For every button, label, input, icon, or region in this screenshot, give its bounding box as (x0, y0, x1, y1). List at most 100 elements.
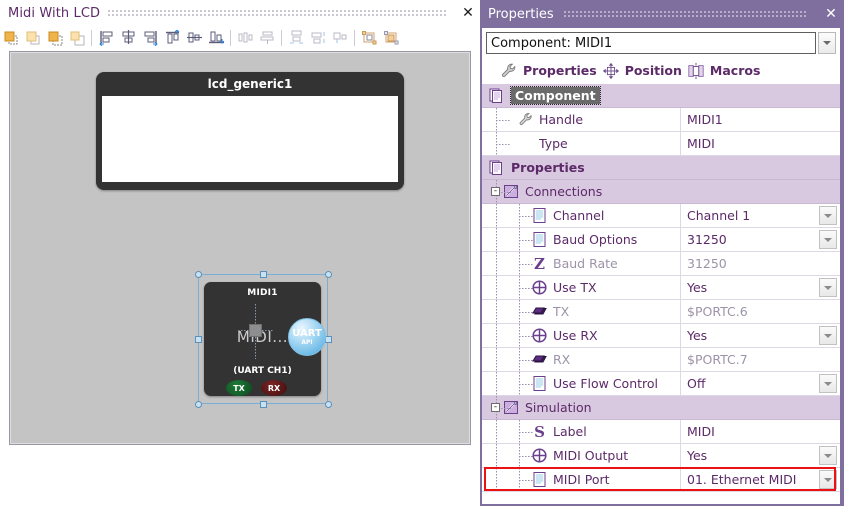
property-value-cell[interactable]: 31250 (680, 252, 840, 275)
left-panel-title: Midi With LCD (8, 5, 101, 21)
property-name-label: Type (539, 136, 568, 151)
property-row[interactable]: MIDI Output Yes (482, 444, 840, 468)
property-value-label: MIDI (687, 136, 715, 151)
size-to-grid-icon[interactable] (358, 27, 380, 48)
close-icon[interactable]: ✕ (456, 1, 480, 25)
selection-handle-bottom-right[interactable] (325, 401, 332, 408)
bring-forward-icon[interactable] (22, 27, 44, 48)
panel-midi-with-lcd: Midi With LCD ✕ lcd_generic1 MIDI1 MIDI.… (0, 0, 480, 506)
property-name-cell: Handle (482, 108, 680, 131)
property-value-cell[interactable]: MIDI (680, 132, 840, 155)
tree-expander[interactable]: - (491, 403, 500, 412)
align-left-icon[interactable] (95, 27, 117, 48)
pages-icon (488, 87, 506, 105)
pin-tx[interactable]: TX (226, 380, 252, 396)
drag-grip[interactable] (108, 8, 448, 18)
property-row[interactable]: Baud Options 31250 (482, 228, 840, 252)
property-value-label: Yes (687, 448, 708, 463)
property-value-cell[interactable]: MIDI1 (680, 108, 840, 131)
property-row[interactable]: Use TX Yes (482, 276, 840, 300)
property-row[interactable]: Handle MIDI1 (482, 108, 840, 132)
property-name-label: Component (510, 86, 601, 105)
component-selector-input[interactable] (486, 32, 816, 54)
toolbar-separator (354, 29, 355, 46)
property-value-cell[interactable]: Yes (680, 444, 840, 467)
chevron-down-icon[interactable] (819, 278, 837, 297)
property-row[interactable]: RX $PORTC.7 (482, 348, 840, 372)
send-to-back-icon[interactable] (66, 27, 88, 48)
chevron-down-icon[interactable] (819, 326, 837, 345)
align-right-icon[interactable] (139, 27, 161, 48)
property-row[interactable]: TX $PORTC.6 (482, 300, 840, 324)
chevron-down-icon[interactable] (819, 206, 837, 225)
property-value-cell[interactable]: $PORTC.7 (680, 348, 840, 371)
property-row[interactable]: Channel Channel 1 (482, 204, 840, 228)
property-row[interactable]: - Connections (482, 180, 840, 204)
property-value-cell[interactable]: MIDI (680, 420, 840, 443)
selection-handle-bottom-left[interactable] (195, 401, 202, 408)
selection-handle-middle-left[interactable] (195, 336, 202, 343)
property-value-cell[interactable]: $PORTC.6 (680, 300, 840, 323)
property-row[interactable]: Use Flow Control Off (482, 372, 840, 396)
send-backward-icon[interactable] (44, 27, 66, 48)
property-value-cell (680, 180, 840, 203)
selection-handle-middle-right[interactable] (325, 336, 332, 343)
chevron-down-icon[interactable] (819, 446, 837, 465)
space-vertical-icon[interactable] (307, 27, 329, 48)
tree-expander[interactable]: - (491, 187, 500, 196)
property-name-cell: Z Baud Rate (482, 252, 680, 275)
property-value-cell[interactable]: Yes (680, 324, 840, 347)
uart-api-badge[interactable]: UART API (288, 318, 326, 356)
align-middle-vertical-icon[interactable] (183, 27, 205, 48)
design-canvas[interactable]: lcd_generic1 MIDI1 MIDI... (UART CH1) TX… (9, 51, 471, 445)
selection-handle-top-center[interactable] (260, 271, 267, 278)
selection-handle-top-left[interactable] (195, 271, 202, 278)
distribute-horizontal-icon[interactable] (234, 27, 256, 48)
property-name-cell: Channel (482, 204, 680, 227)
property-row[interactable]: - Simulation (482, 396, 840, 420)
tree-connector (519, 384, 533, 385)
chevron-down-icon[interactable] (818, 32, 836, 54)
property-name-cell: - Simulation (482, 396, 680, 419)
tab-macros[interactable]: Macros (687, 62, 760, 80)
selection-handle-top-right[interactable] (325, 271, 332, 278)
bring-to-front-icon[interactable] (0, 27, 22, 48)
tab-position[interactable]: Position (602, 62, 682, 80)
space-horizontal-icon[interactable] (285, 27, 307, 48)
property-row[interactable]: Use RX Yes (482, 324, 840, 348)
align-center-horizontal-icon[interactable] (117, 27, 139, 48)
chevron-down-icon[interactable] (819, 470, 837, 489)
pin-rx[interactable]: RX (261, 380, 287, 396)
property-name-label: Connections (525, 184, 603, 199)
chevron-down-icon[interactable] (819, 230, 837, 249)
property-row[interactable]: Component (482, 84, 840, 108)
chevron-down-icon[interactable] (819, 374, 837, 393)
properties-body: Properties Position (482, 28, 840, 504)
selection-handle-bottom-center[interactable] (260, 401, 267, 408)
property-name-cell: Use Flow Control (482, 372, 680, 395)
properties-titlebar: Properties ✕ (480, 0, 844, 28)
property-row[interactable]: MIDI Port 01. Ethernet MIDI (482, 468, 840, 492)
tree-connector (519, 456, 533, 457)
align-top-icon[interactable] (161, 27, 183, 48)
property-value-cell[interactable]: Channel 1 (680, 204, 840, 227)
property-value-cell[interactable]: Off (680, 372, 840, 395)
move-handle[interactable] (249, 324, 262, 337)
property-value-cell (680, 156, 840, 179)
property-row[interactable]: S Label MIDI (482, 420, 840, 444)
property-value-cell[interactable]: 31250 (680, 228, 840, 251)
tab-properties[interactable]: Properties (500, 62, 597, 80)
make-same-size-icon[interactable] (329, 27, 351, 48)
distribute-vertical-icon[interactable] (256, 27, 278, 48)
drag-grip[interactable] (563, 9, 808, 19)
close-icon[interactable]: ✕ (818, 1, 844, 27)
align-bottom-icon[interactable] (205, 27, 227, 48)
property-name-label: Use TX (553, 280, 597, 295)
property-row[interactable]: Z Baud Rate 31250 (482, 252, 840, 276)
group-icon[interactable] (380, 27, 402, 48)
property-value-cell[interactable]: 01. Ethernet MIDI (680, 468, 840, 491)
property-row[interactable]: Properties (482, 156, 840, 180)
component-lcd-generic1[interactable]: lcd_generic1 (96, 72, 404, 190)
property-row[interactable]: Type MIDI (482, 132, 840, 156)
property-value-cell[interactable]: Yes (680, 276, 840, 299)
